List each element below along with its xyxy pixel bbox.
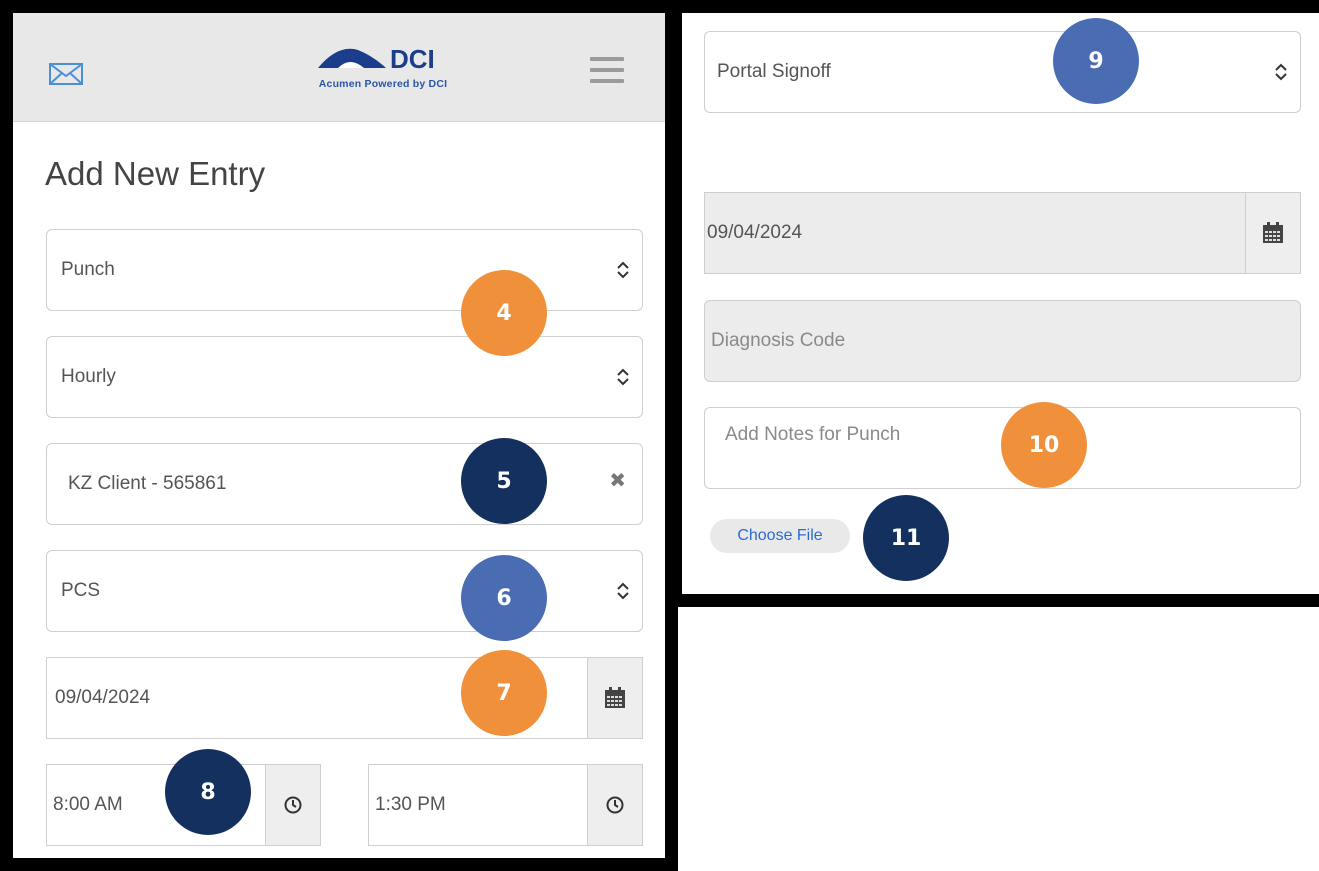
calendar-button[interactable]	[1245, 193, 1300, 273]
start-time-clock-button[interactable]	[265, 765, 320, 845]
acumen-dci-logo: DCI Acumen Powered by DCI	[298, 40, 468, 96]
step-badge-11: 11	[863, 495, 949, 581]
page-title: Add New Entry	[45, 155, 266, 192]
end-time-input[interactable]: 1:30 PM	[368, 764, 643, 846]
date-value: 09/04/2024	[55, 687, 151, 708]
date-input[interactable]: 09/04/2024	[46, 657, 643, 739]
hamburger-menu-icon[interactable]	[590, 57, 624, 83]
client-select[interactable]: KZ Client - 565861 ✖	[46, 443, 643, 525]
logo-brand-text: DCI	[390, 44, 435, 74]
envelope-icon[interactable]	[49, 63, 83, 85]
step-badge-8: 8	[165, 749, 251, 835]
chevron-up-down-icon	[617, 582, 629, 600]
notes-placeholder: Add Notes for Punch	[725, 424, 901, 445]
calendar-icon	[1263, 222, 1283, 243]
entry-details-panel: Portal Signoff 09/04/2024 Diagnosis Code	[676, 0, 1319, 607]
clock-icon	[606, 796, 624, 814]
step-badge-5: 5	[461, 438, 547, 524]
start-time-value: 8:00 AM	[53, 794, 123, 815]
chevron-up-down-icon	[617, 368, 629, 386]
chevron-up-down-icon	[617, 261, 629, 279]
end-time-clock-button[interactable]	[587, 765, 642, 845]
clear-icon[interactable]: ✖	[609, 468, 626, 493]
service-select[interactable]: PCS	[46, 550, 643, 632]
billing-type-value: Hourly	[61, 366, 116, 387]
end-time-value: 1:30 PM	[375, 794, 446, 815]
app-header: DCI Acumen Powered by DCI	[13, 13, 665, 122]
signoff-date-value: 09/04/2024	[707, 222, 803, 243]
clock-icon	[284, 796, 302, 814]
step-badge-6: 6	[461, 555, 547, 641]
signoff-value: Portal Signoff	[717, 61, 831, 82]
choose-file-button[interactable]: Choose File	[710, 519, 850, 553]
signoff-select[interactable]: Portal Signoff	[704, 31, 1301, 113]
calendar-button[interactable]	[587, 658, 642, 738]
step-badge-7: 7	[461, 650, 547, 736]
billing-type-select[interactable]: Hourly	[46, 336, 643, 418]
logo-subtitle: Acumen Powered by DCI	[318, 78, 448, 90]
signoff-date-input[interactable]: 09/04/2024	[704, 192, 1301, 274]
calendar-icon	[605, 687, 625, 708]
step-badge-4: 4	[461, 270, 547, 356]
entry-type-select[interactable]: Punch	[46, 229, 643, 311]
service-value: PCS	[61, 580, 101, 601]
add-entry-panel: DCI Acumen Powered by DCI Add New Entry …	[0, 0, 678, 871]
diagnosis-code-placeholder: Diagnosis Code	[711, 330, 846, 351]
entry-type-value: Punch	[61, 259, 115, 280]
client-value: KZ Client - 565861	[68, 473, 227, 494]
diagnosis-code-input[interactable]: Diagnosis Code	[704, 300, 1301, 382]
chevron-up-down-icon	[1275, 63, 1287, 81]
step-badge-9: 9	[1053, 18, 1139, 104]
step-badge-10: 10	[1001, 402, 1087, 488]
